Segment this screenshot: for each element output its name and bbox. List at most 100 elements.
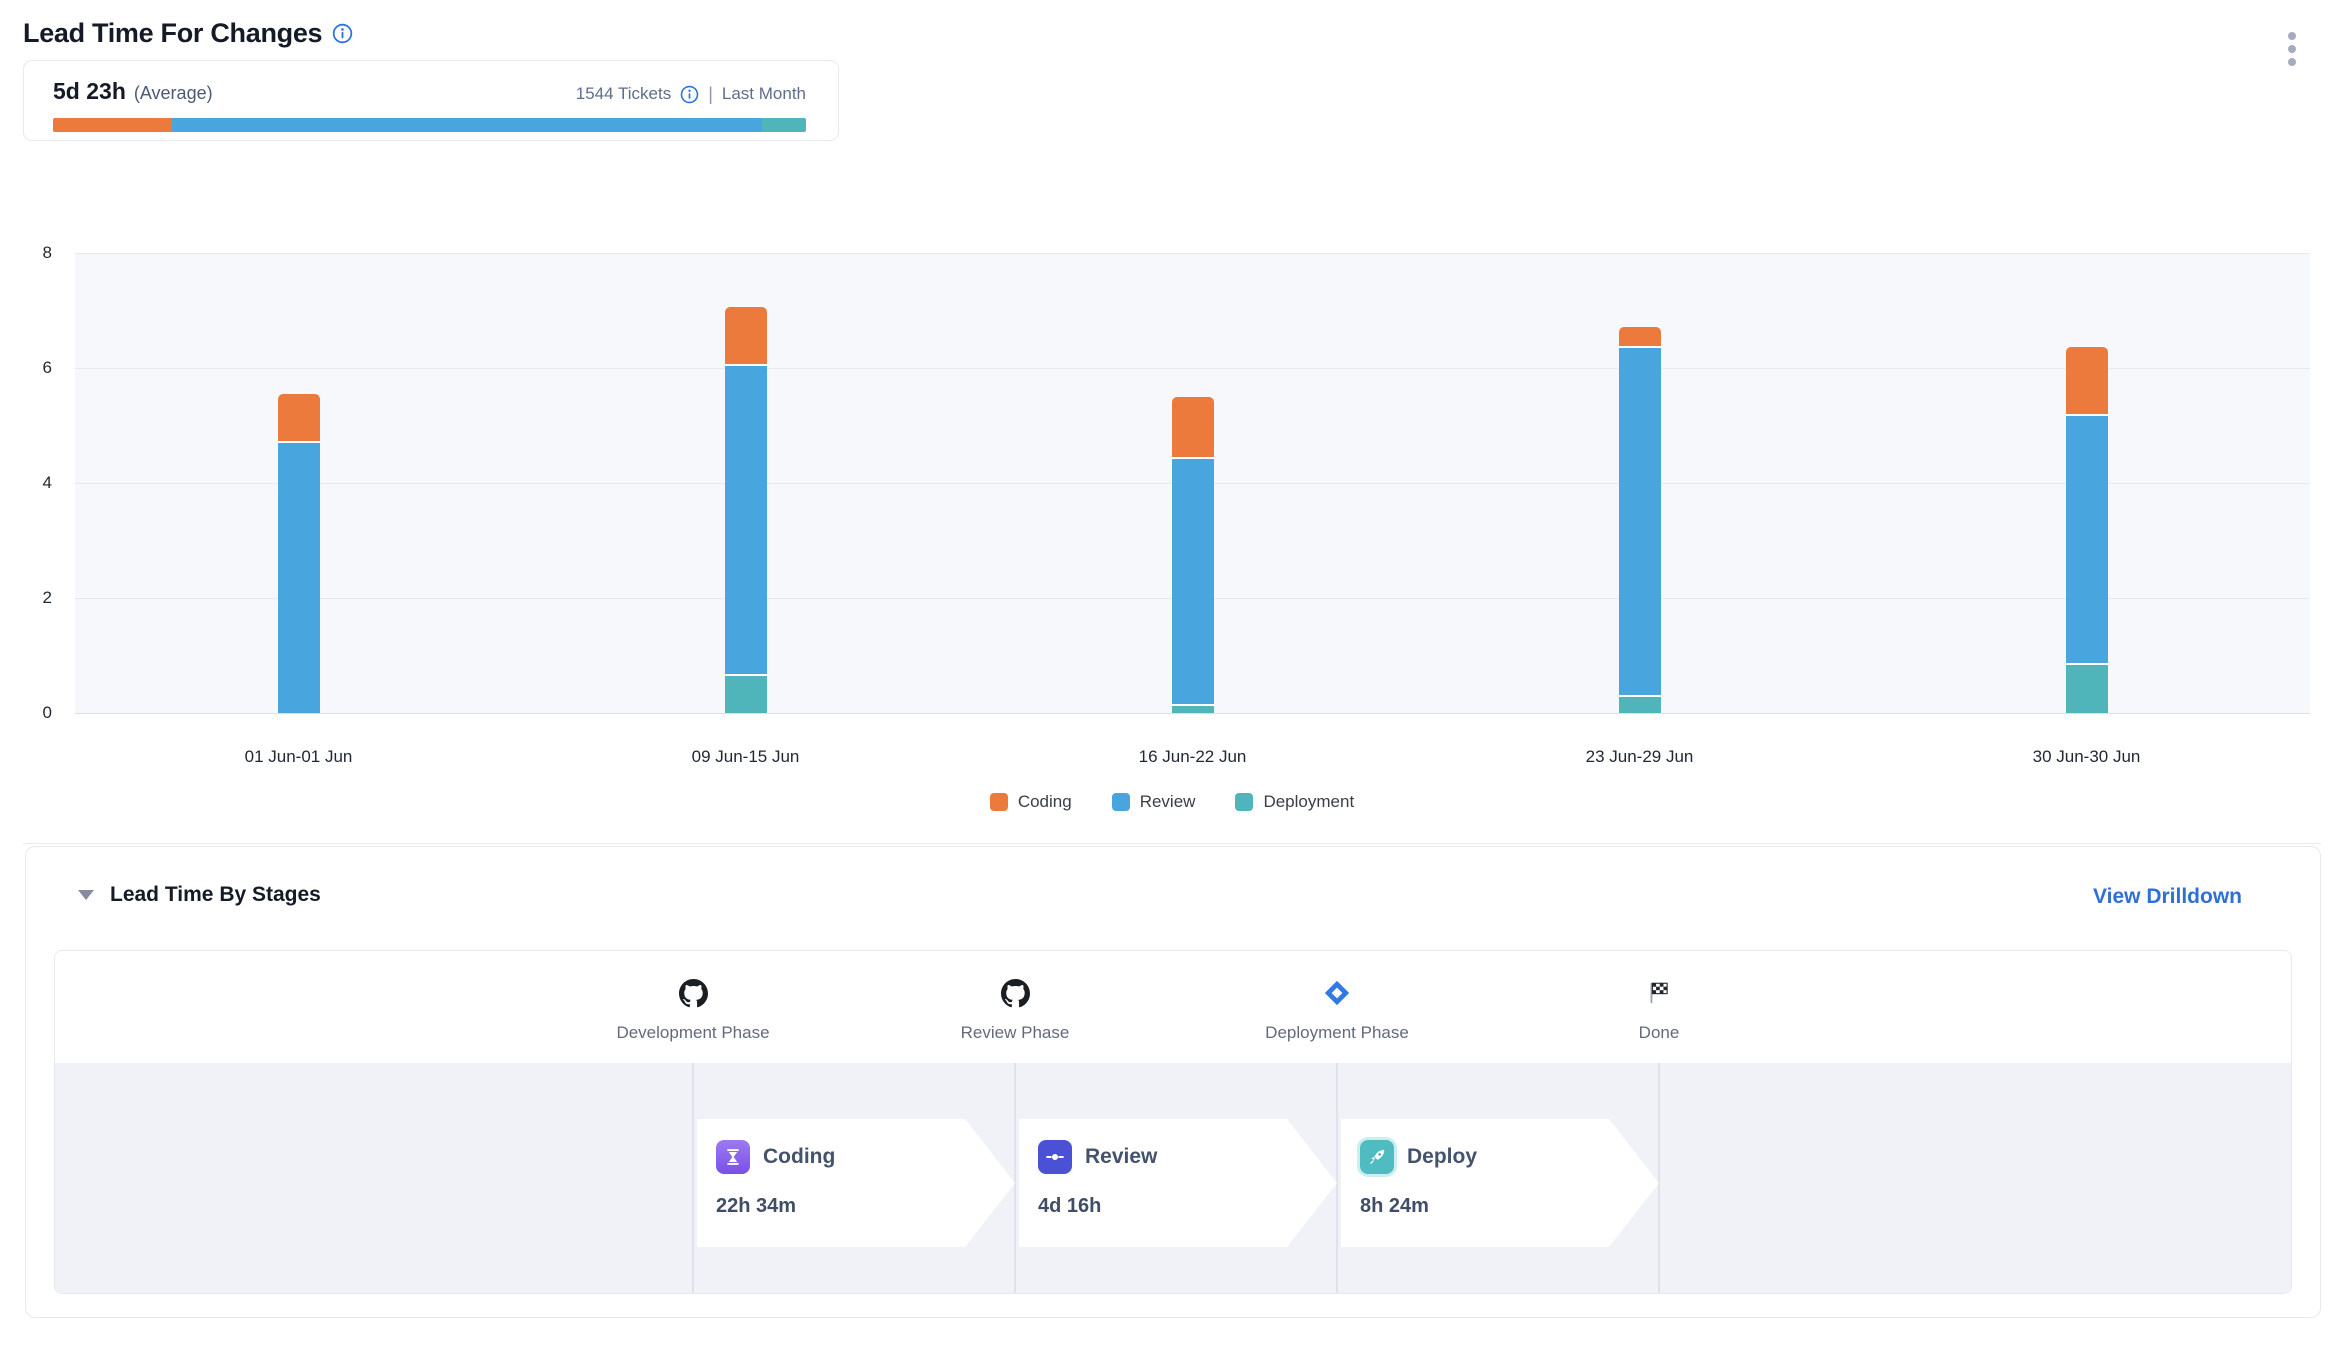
jira-diamond-icon xyxy=(1187,977,1487,1009)
info-icon[interactable] xyxy=(332,23,353,44)
info-icon[interactable] xyxy=(680,85,699,104)
bar-segment-coding xyxy=(278,394,320,441)
bar-slot xyxy=(1863,253,2310,713)
phase-divider xyxy=(692,1063,694,1294)
average-lead-time-value: 5d 23h xyxy=(53,78,126,105)
x-tick-label: 16 Jun-22 Jun xyxy=(969,747,1416,767)
phase-divider xyxy=(1336,1063,1338,1294)
view-drilldown-link[interactable]: View Drilldown xyxy=(2093,885,2242,909)
y-tick-label: 8 xyxy=(12,243,52,263)
x-tick-label: 30 Jun-30 Jun xyxy=(1863,747,2310,767)
checkered-flag-icon xyxy=(1509,977,1809,1009)
bar-slot xyxy=(969,253,1416,713)
phase-label: Done xyxy=(1509,1023,1809,1043)
legend-label: Coding xyxy=(1018,792,1072,812)
stage-title: Coding xyxy=(763,1145,835,1169)
bar-segment-coding xyxy=(1172,397,1214,457)
summary-progress-bar xyxy=(53,118,806,132)
bar-segment-coding xyxy=(2066,347,2108,414)
bar-segment-coding xyxy=(1619,327,1661,346)
stacked-bar-01 Jun-01 Jun[interactable] xyxy=(278,394,320,713)
section-divider xyxy=(23,843,2321,844)
stacked-bar-30 Jun-30 Jun[interactable] xyxy=(2066,347,2108,713)
stage-title: Review xyxy=(1085,1145,1157,1169)
stacked-bar-23 Jun-29 Jun[interactable] xyxy=(1619,327,1661,713)
chart-plot-area xyxy=(75,253,2310,714)
bar-slot xyxy=(75,253,522,713)
bar-segment-deployment xyxy=(1172,706,1214,713)
tickets-count: 1544 Tickets xyxy=(576,84,671,104)
phase-review: Review Phase xyxy=(865,951,1165,1043)
legend-item-review[interactable]: Review xyxy=(1112,792,1196,812)
stage-card-deploy: Deploy 8h 24m xyxy=(1341,1119,1659,1247)
stage-title: Deploy xyxy=(1407,1145,1477,1169)
page-header: Lead Time For Changes xyxy=(23,18,353,49)
phase-label: Review Phase xyxy=(865,1023,1165,1043)
bar-segment-coding xyxy=(725,307,767,365)
legend-swatch xyxy=(990,793,1008,811)
legend-item-coding[interactable]: Coding xyxy=(990,792,1072,812)
phase-divider xyxy=(1658,1063,1660,1294)
phase-deployment: Deployment Phase xyxy=(1187,951,1487,1043)
legend-label: Deployment xyxy=(1263,792,1354,812)
phase-label: Development Phase xyxy=(543,1023,843,1043)
legend-item-deployment[interactable]: Deployment xyxy=(1235,792,1354,812)
summary-meta: 1544 Tickets | Last Month xyxy=(576,84,806,105)
bar-segment-review xyxy=(278,443,320,713)
summary-row: 5d 23h (Average) 1544 Tickets | Last Mon… xyxy=(53,78,806,105)
bar-slot xyxy=(522,253,969,713)
progress-segment-review xyxy=(172,118,762,132)
progress-segment-coding xyxy=(53,118,172,132)
y-tick-label: 2 xyxy=(12,588,52,608)
y-tick-label: 4 xyxy=(12,473,52,493)
stages-title: Lead Time By Stages xyxy=(110,883,321,907)
stage-duration: 22h 34m xyxy=(716,1195,1015,1218)
x-tick-label: 09 Jun-15 Jun xyxy=(522,747,969,767)
legend-swatch xyxy=(1235,793,1253,811)
stages-table: Development Phase Review Phase Deploymen… xyxy=(54,950,2292,1294)
rocket-icon xyxy=(1360,1140,1394,1174)
bar-segment-review xyxy=(725,366,767,674)
commit-icon xyxy=(1038,1140,1072,1174)
progress-segment-deployment xyxy=(762,118,806,132)
stages-body: Coding 22h 34m Review xyxy=(55,1063,2291,1294)
stacked-bar-16 Jun-22 Jun[interactable] xyxy=(1172,397,1214,713)
stacked-bar-09 Jun-15 Jun[interactable] xyxy=(725,307,767,714)
phase-done: Done xyxy=(1509,951,1809,1043)
bar-segment-deployment xyxy=(725,676,767,713)
github-icon xyxy=(543,977,843,1009)
stages-header: Lead Time By Stages xyxy=(78,883,321,907)
chart-legend: Coding Review Deployment xyxy=(0,792,2344,812)
bar-segment-deployment xyxy=(2066,665,2108,713)
x-tick-label: 01 Jun-01 Jun xyxy=(75,747,522,767)
average-label: (Average) xyxy=(134,83,213,104)
bar-slot xyxy=(1416,253,1863,713)
chart-x-axis: 01 Jun-01 Jun09 Jun-15 Jun16 Jun-22 Jun2… xyxy=(75,747,2310,767)
bar-segment-review xyxy=(2066,416,2108,663)
stage-card-review: Review 4d 16h xyxy=(1019,1119,1337,1247)
chevron-down-icon[interactable] xyxy=(78,890,94,900)
separator: | xyxy=(708,84,713,105)
lead-time-dashboard: Lead Time For Changes 5d 23h (Average) 1… xyxy=(0,0,2344,1352)
bar-segment-deployment xyxy=(1619,697,1661,713)
stage-card-coding: Coding 22h 34m xyxy=(697,1119,1015,1247)
bar-segment-review xyxy=(1619,348,1661,696)
legend-label: Review xyxy=(1140,792,1196,812)
period-label: Last Month xyxy=(722,84,806,104)
page-title: Lead Time For Changes xyxy=(23,18,322,49)
summary-card: 5d 23h (Average) 1544 Tickets | Last Mon… xyxy=(23,60,839,141)
github-icon xyxy=(865,977,1165,1009)
bar-segment-review xyxy=(1172,459,1214,703)
phase-development: Development Phase xyxy=(543,951,843,1043)
y-tick-label: 0 xyxy=(12,703,52,723)
x-tick-label: 23 Jun-29 Jun xyxy=(1416,747,1863,767)
lead-time-by-stages-section: Lead Time By Stages View Drilldown Devel… xyxy=(25,846,2321,1318)
kebab-menu-icon[interactable] xyxy=(2284,28,2300,70)
y-tick-label: 6 xyxy=(12,358,52,378)
stage-duration: 4d 16h xyxy=(1038,1195,1337,1218)
legend-swatch xyxy=(1112,793,1130,811)
stage-duration: 8h 24m xyxy=(1360,1195,1659,1218)
phase-divider xyxy=(1014,1063,1016,1294)
hourglass-icon xyxy=(716,1140,750,1174)
phase-label: Deployment Phase xyxy=(1187,1023,1487,1043)
